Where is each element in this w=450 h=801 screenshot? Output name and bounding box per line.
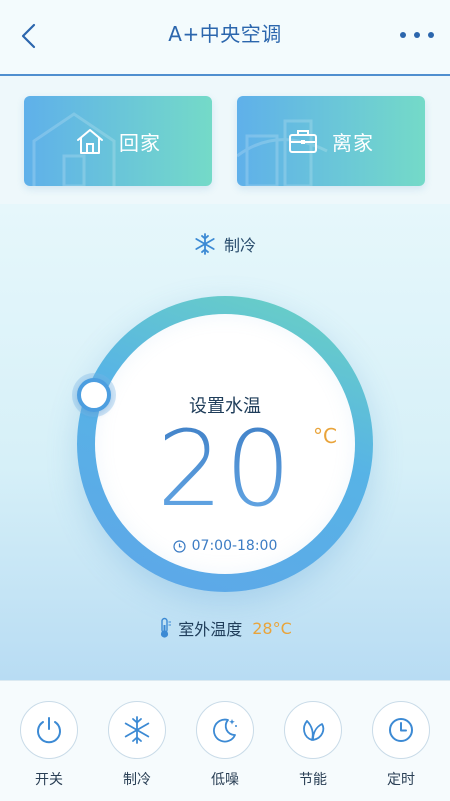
tab-label: 开关 (35, 772, 63, 788)
power-icon (37, 717, 61, 744)
dial-knob-handle[interactable] (77, 378, 111, 412)
outdoor-temperature-label: 室外温度 (178, 620, 243, 639)
current-mode-label: 制冷 (223, 236, 256, 255)
timer-button[interactable] (372, 701, 430, 759)
tab-label: 制冷 (123, 772, 151, 788)
thermometer-icon (161, 617, 172, 638)
tab-label: 节能 (299, 772, 327, 788)
more-options-button[interactable] (400, 24, 434, 46)
clock-small-icon (173, 539, 186, 553)
power-button[interactable] (20, 701, 78, 759)
city-decoration-icon (237, 119, 328, 186)
snowflake-icon (195, 233, 215, 255)
temperature-dial[interactable]: 设置水温 20 °C 07:00-18:00 (77, 296, 373, 592)
low-noise-button[interactable] (196, 701, 254, 759)
schedule-text: 07:00-18:00 (191, 538, 278, 554)
tab-label: 低噪 (211, 772, 239, 788)
temperature-unit: °C (313, 424, 337, 448)
tab-label: 定时 (387, 772, 415, 788)
page-title: A+中央空调 (168, 22, 282, 46)
more-dot-icon (414, 32, 420, 38)
moon-icon (213, 718, 237, 743)
outdoor-temperature: 室外温度 28°C (0, 616, 450, 640)
home-mode-button[interactable]: 回家 (24, 96, 212, 186)
tab-low-noise[interactable]: 低噪 (193, 701, 257, 789)
snowflake-icon (124, 716, 150, 744)
tab-cooling[interactable]: 制冷 (105, 701, 169, 789)
current-mode-indicator: 制冷 (0, 232, 450, 256)
energy-saving-button[interactable] (284, 701, 342, 759)
dial-face: 设置水温 20 °C 07:00-18:00 (95, 314, 355, 574)
function-bar: 开关 制冷 低噪 节能 定时 (0, 680, 450, 801)
schedule-time: 07:00-18:00 (95, 538, 355, 554)
away-mode-button[interactable]: 离家 (237, 96, 425, 186)
tab-timer[interactable]: 定时 (369, 701, 433, 789)
leaf-icon (303, 720, 325, 741)
more-dot-icon (400, 32, 406, 38)
tab-power[interactable]: 开关 (17, 701, 81, 789)
house-decoration-icon (32, 112, 116, 186)
clock-icon (389, 718, 413, 742)
cooling-button[interactable] (108, 701, 166, 759)
header-bar: A+中央空调 (0, 0, 450, 76)
outdoor-temperature-value: 28°C (252, 618, 292, 638)
tab-energy-saving[interactable]: 节能 (281, 701, 345, 789)
more-dot-icon (428, 32, 434, 38)
scene-mode-bar: 回家 离家 (0, 76, 450, 204)
control-panel: 制冷 设置水温 20 °C 07:00-18:00 室外温度 28°C (0, 204, 450, 680)
